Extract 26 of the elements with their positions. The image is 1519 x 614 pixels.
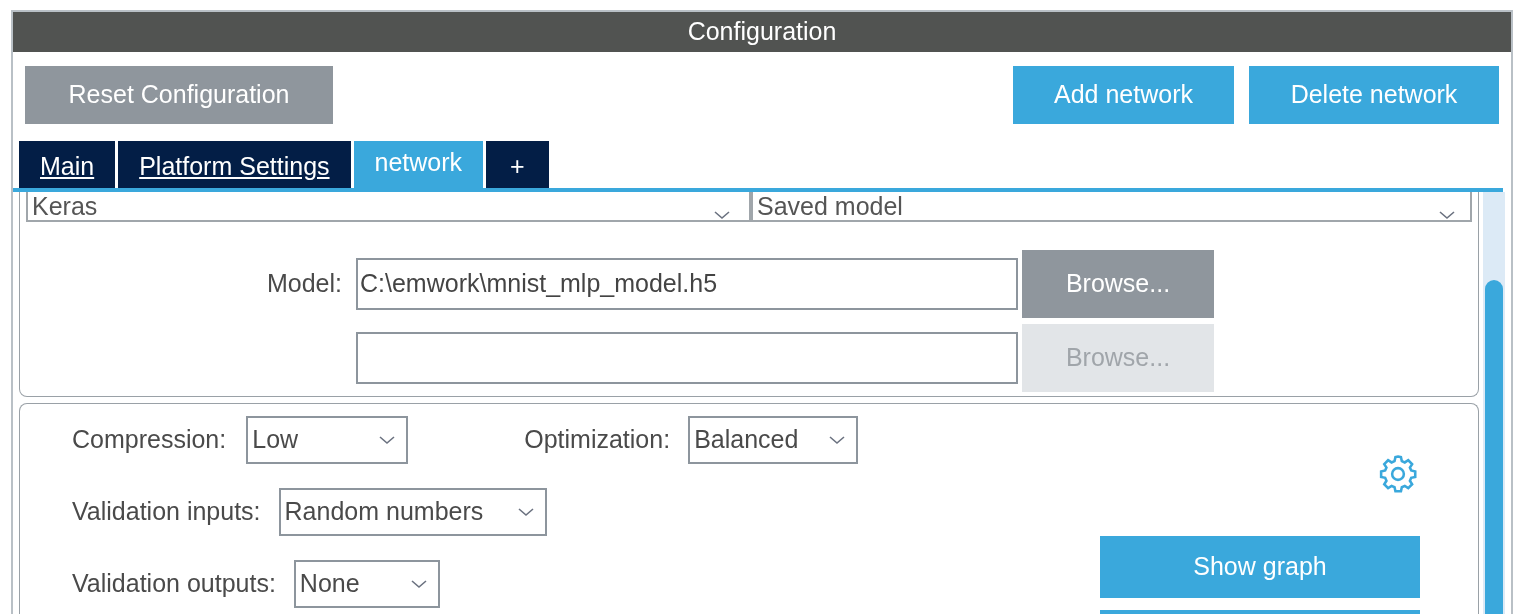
tab[interactable]: + — [486, 141, 549, 188]
file-path-field[interactable]: C:\emwork\mnist_mlp_model.h5 — [356, 258, 1018, 310]
tab[interactable]: Main — [19, 141, 116, 188]
dropdown[interactable]: None — [293, 560, 440, 608]
validation-outputs-label: Validation outputs: — [72, 568, 276, 600]
model-label: Model: — [266, 268, 342, 300]
chevron-down-icon — [713, 210, 731, 220]
browse-button: Browse... — [1022, 324, 1214, 392]
framework-dropdown[interactable]: Keras — [26, 192, 753, 222]
compression-label: Compression: — [72, 424, 227, 456]
chevron-down-icon — [1438, 210, 1456, 220]
dropdown[interactable]: Low — [246, 416, 409, 464]
dropdown[interactable]: Random numbers — [278, 488, 547, 536]
chevron-down-icon — [828, 435, 847, 445]
chevron-down-icon — [516, 507, 535, 517]
optimization-label: Optimization: — [524, 424, 671, 456]
scrollbar-thumb[interactable] — [1485, 280, 1503, 614]
dropdown[interactable]: Balanced — [688, 416, 859, 464]
file-path-field[interactable] — [356, 332, 1018, 384]
window-title: Configuration — [13, 12, 1511, 52]
chevron-down-icon — [409, 579, 428, 589]
validation-inputs-label: Validation inputs: — [72, 496, 261, 528]
tab[interactable]: Platform Settings — [118, 141, 351, 188]
chevron-down-icon — [378, 435, 397, 445]
scrollbar[interactable] — [1483, 192, 1505, 614]
model-type-dropdown[interactable]: Saved model — [753, 192, 1472, 222]
